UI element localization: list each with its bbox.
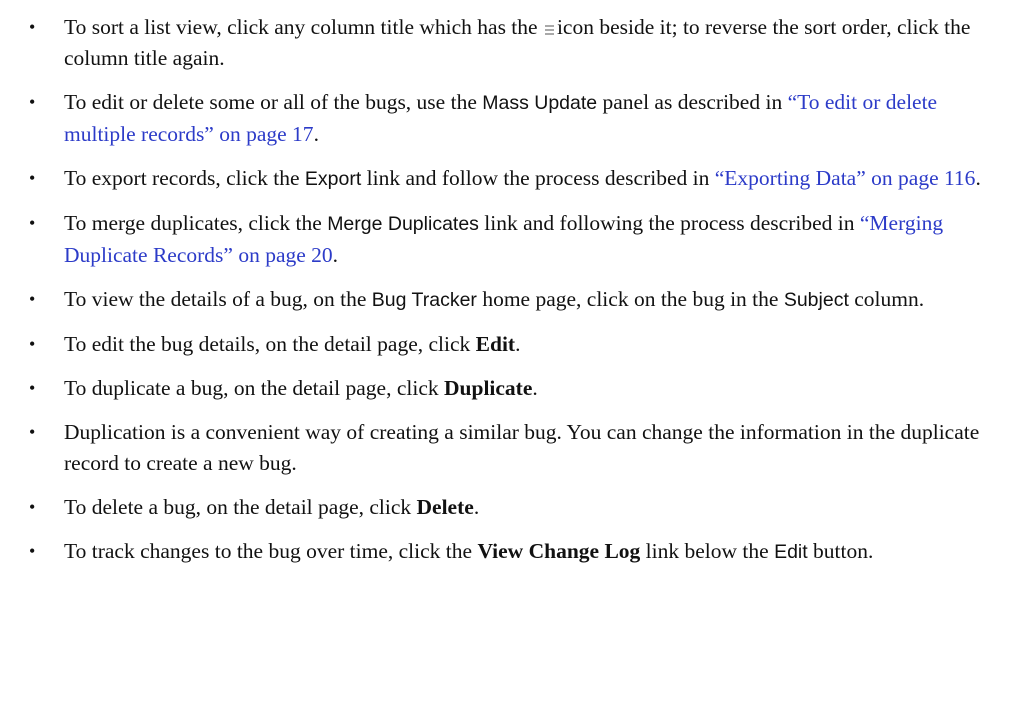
list-item-delete: • To delete a bug, on the detail page, c…	[0, 492, 1025, 523]
list-item-duplication-note: • Duplication is a convenient way of cre…	[0, 417, 1025, 479]
item-text: column.	[848, 287, 925, 311]
bullet: •	[29, 92, 36, 112]
list-item-export: • To export records, click the Export li…	[0, 163, 1025, 195]
list-item-sort: • To sort a list view, click any column …	[0, 12, 1025, 74]
item-text: Duplication is a convenient way of creat…	[64, 420, 980, 475]
bullet: •	[29, 422, 36, 442]
item-text: To track changes to the bug over time, c…	[64, 539, 478, 563]
ui-term-merge-duplicates: Merge Duplicates	[327, 213, 479, 235]
item-text: home page, click on the bug in the	[476, 287, 784, 311]
ui-term-subject: Subject	[783, 289, 849, 311]
item-text: To edit the bug details, on the detail p…	[64, 332, 476, 356]
item-text: To export records, click the	[64, 166, 305, 190]
item-text: link and follow the process described in	[361, 166, 715, 190]
item-text: button.	[807, 539, 874, 563]
item-text: link below the	[640, 539, 775, 563]
list-item-view-details: • To view the details of a bug, on the B…	[0, 284, 1025, 316]
list-item-change-log: • To track changes to the bug over time,…	[0, 536, 1025, 568]
list-item-edit: • To edit the bug details, on the detail…	[0, 329, 1025, 360]
bold-term-duplicate: Duplicate	[444, 376, 533, 400]
list-item-merge: • To merge duplicates, click the Merge D…	[0, 208, 1025, 271]
bold-term-edit: Edit	[475, 332, 516, 356]
item-text: .	[532, 376, 538, 400]
list-item-mass-update: • To edit or delete some or all of the b…	[0, 87, 1025, 150]
item-text: To merge duplicates, click the	[64, 211, 328, 235]
item-text: panel as described in	[597, 90, 788, 114]
item-text: link and following the process described…	[478, 211, 860, 235]
bullet: •	[29, 17, 36, 37]
link-exporting-data[interactable]: “Exporting Data” on page 116	[715, 166, 976, 190]
bullet: •	[29, 289, 36, 309]
ui-term-edit: Edit	[774, 541, 808, 563]
instruction-bullet-list: • To sort a list view, click any column …	[0, 12, 1025, 581]
bullet: •	[29, 378, 36, 398]
bullet: •	[29, 497, 36, 517]
item-text: .	[975, 166, 981, 190]
ui-term-bug-tracker: Bug Tracker	[371, 289, 477, 311]
bold-term-delete: Delete	[416, 495, 474, 519]
list-item-duplicate: • To duplicate a bug, on the detail page…	[0, 373, 1025, 404]
item-text: .	[473, 495, 480, 519]
item-text: To delete a bug, on the detail page, cli…	[64, 495, 417, 519]
item-text: To view the details of a bug, on the	[64, 287, 372, 311]
bold-term-view-change-log: View Change Log	[477, 539, 641, 563]
ui-term-export: Export	[304, 168, 362, 190]
ui-term-mass-update: Mass Update	[482, 92, 598, 114]
sort-icon	[544, 25, 554, 35]
item-text: To duplicate a bug, on the detail page, …	[64, 376, 444, 400]
item-text: To edit or delete some or all of the bug…	[64, 90, 483, 114]
bullet: •	[29, 168, 36, 188]
bullet: •	[29, 334, 36, 354]
bullet: •	[29, 541, 36, 561]
item-text: To sort a list view, click any column ti…	[64, 15, 538, 39]
item-text: .	[332, 243, 339, 267]
bullet: •	[29, 213, 36, 233]
item-text: .	[515, 332, 521, 356]
item-text: .	[313, 122, 319, 146]
